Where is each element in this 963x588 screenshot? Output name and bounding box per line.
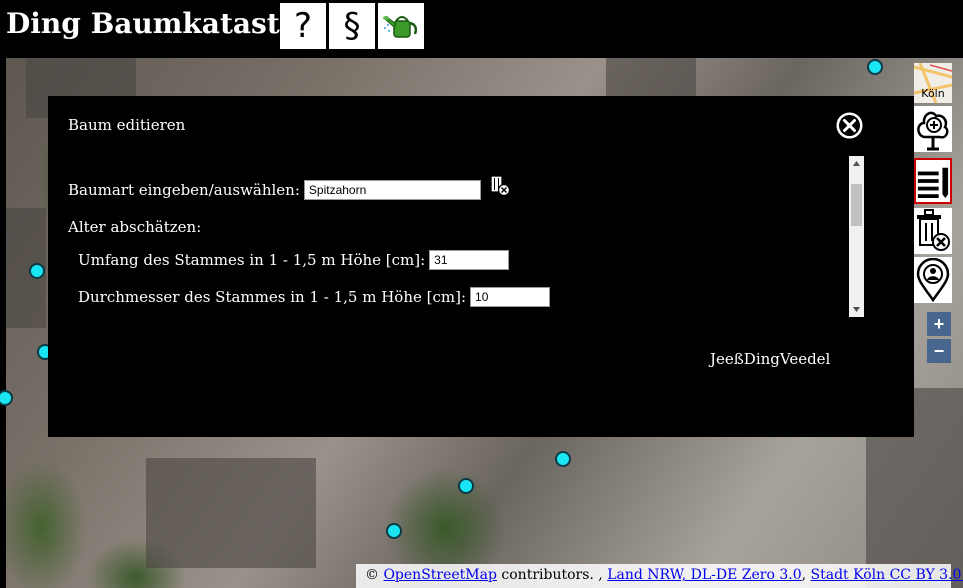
zoom-out-button[interactable]: − [927,339,951,363]
dialog-footer-brand: JeeßDingVeedel [710,350,831,368]
diameter-label: Durchmesser des Stammes in 1 - 1,5 m Höh… [78,288,467,306]
delete-icon [917,209,950,251]
help-button[interactable]: ? [280,3,326,49]
dialog-title: Baum editieren [68,116,186,134]
diameter-row: Durchmesser des Stammes in 1 - 1,5 m Höh… [78,287,551,307]
add-tree-icon [917,111,949,151]
watering-button[interactable] [378,3,424,49]
delete-tree-button[interactable] [914,208,952,254]
species-label: Baumart eingeben/auswählen: [68,181,300,199]
building [146,458,316,568]
osm-link[interactable]: OpenStreetMap [383,567,497,583]
circumference-label: Umfang des Stammes in 1 - 1,5 m Höhe [cm… [78,251,426,269]
circumference-input[interactable] [429,250,510,270]
edit-list-icon [917,167,949,198]
tree-marker[interactable] [29,263,45,279]
watering-can-icon [383,16,418,38]
species-input[interactable] [303,180,481,200]
zoom-out-label: − [933,340,945,361]
age-heading: Alter abschätzen: [68,218,201,236]
city-map-button[interactable]: Köln [914,63,952,103]
tree-marker[interactable] [458,478,474,494]
attribution-separator: , [801,567,807,583]
legal-button-label: § [343,6,361,46]
tree-marker[interactable] [386,523,402,539]
locate-me-button[interactable] [914,257,952,303]
zoom-in-label: + [933,313,945,334]
tree-marker[interactable] [867,59,883,75]
tree-marker[interactable] [555,451,571,467]
nrw-license-link[interactable]: Land NRW, DL-DE Zero 3.0 [607,567,801,583]
edit-tree-dialog: Baum editieren Baumart eingeben/auswähle… [48,96,914,437]
copyright-symbol: © [365,567,379,583]
building [606,58,696,98]
clear-species-icon[interactable] [487,171,511,197]
contributors-text: contributors. , [501,567,603,583]
diameter-input[interactable] [470,287,551,307]
app-title: Ding Baumkataster [6,7,313,40]
legal-button[interactable]: § [329,3,375,49]
circumference-row: Umfang des Stammes in 1 - 1,5 m Höhe [cm… [78,250,510,270]
help-button-label: ? [293,6,313,46]
add-tree-button[interactable] [914,106,952,152]
city-map-icon: Köln [914,63,952,103]
age-label: Alter abschätzen: [68,218,202,236]
koeln-license-link[interactable]: Stadt Köln CC BY 3.0 DE [811,567,963,583]
scrollbar-graphic [851,161,862,312]
map-attribution: © OpenStreetMap contributors. , Land NRW… [356,564,963,588]
close-icon[interactable] [834,110,865,141]
edit-tree-button[interactable] [914,158,952,204]
header-bar: Ding Baumkataster ? § [0,0,963,58]
species-row: Baumart eingeben/auswählen: [68,171,511,200]
location-user-icon [916,258,950,302]
zoom-in-button[interactable]: + [927,312,951,336]
form-scrollbar[interactable] [849,156,864,317]
city-label: Köln [921,87,944,100]
